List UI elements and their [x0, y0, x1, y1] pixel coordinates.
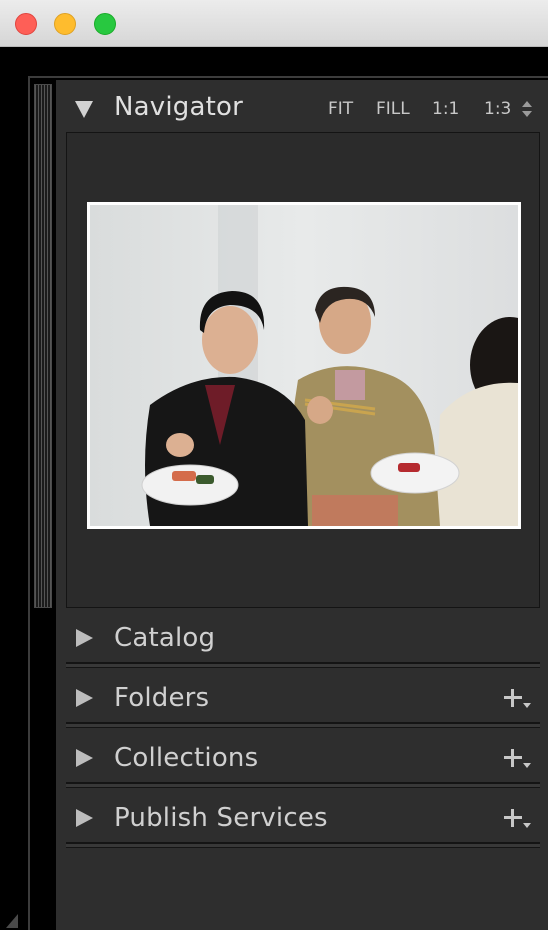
add-publish-service-plus-icon[interactable] [504, 807, 531, 831]
triangle-right-icon[interactable] [76, 809, 93, 827]
catalog-divider [66, 662, 540, 668]
left-panel: Navigator FIT FILL 1:1 1:3 Catalog Folde… [56, 80, 548, 930]
navigator-thumbnail[interactable] [87, 202, 521, 529]
zoom-1-3-button[interactable]: 1:3 [484, 99, 511, 119]
close-window-button[interactable] [15, 13, 37, 35]
add-folder-plus-icon[interactable] [504, 687, 531, 711]
triangle-down-icon[interactable] [75, 101, 93, 118]
publish-services-header[interactable]: Publish Services [56, 793, 548, 845]
catalog-header[interactable]: Catalog [56, 613, 548, 665]
photo-preview-image [90, 205, 518, 526]
triangle-right-icon[interactable] [76, 629, 93, 647]
panel-frame-left [28, 78, 30, 930]
navigator-preview[interactable] [66, 132, 540, 608]
folders-divider [66, 722, 540, 728]
folders-header[interactable]: Folders [56, 673, 548, 725]
triangle-right-icon[interactable] [76, 689, 93, 707]
zoom-1-1-button[interactable]: 1:1 [432, 99, 459, 119]
add-collection-plus-icon[interactable] [504, 747, 531, 771]
navigator-title: Navigator [114, 92, 244, 122]
catalog-title: Catalog [114, 623, 216, 653]
publish-services-divider [66, 842, 540, 848]
folders-title: Folders [114, 683, 210, 713]
navigator-header[interactable]: Navigator FIT FILL 1:1 1:3 [56, 80, 548, 132]
zoom-fill-button[interactable]: FILL [376, 99, 410, 119]
collections-title: Collections [114, 743, 259, 773]
zoom-window-button[interactable] [94, 13, 116, 35]
up-down-arrows-icon[interactable] [522, 101, 534, 119]
panel-drag-handle[interactable] [34, 84, 52, 608]
publish-services-title: Publish Services [114, 803, 328, 833]
panel-frame-top [28, 76, 548, 78]
resize-corner-icon[interactable] [6, 914, 18, 928]
collections-header[interactable]: Collections [56, 733, 548, 785]
window-titlebar [0, 0, 548, 47]
collections-divider [66, 782, 540, 788]
minimize-window-button[interactable] [54, 13, 76, 35]
zoom-fit-button[interactable]: FIT [328, 99, 353, 119]
triangle-right-icon[interactable] [76, 749, 93, 767]
